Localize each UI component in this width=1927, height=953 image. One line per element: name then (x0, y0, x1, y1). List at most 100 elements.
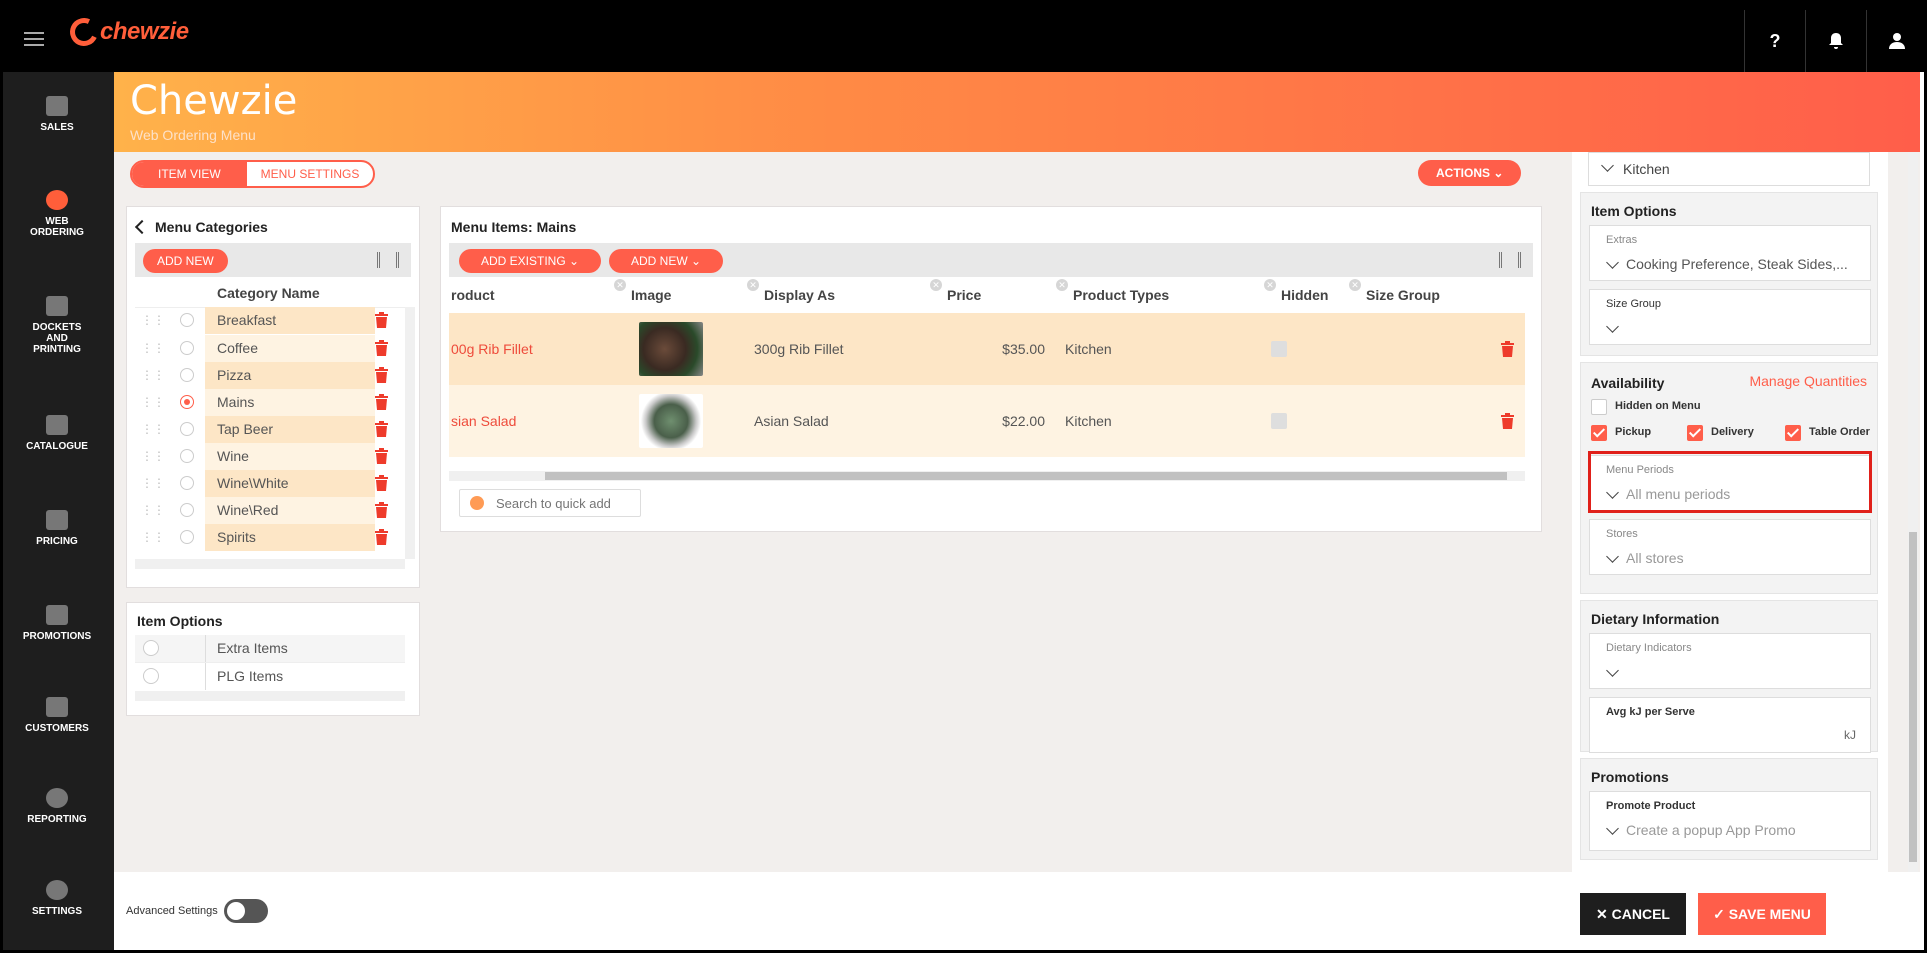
remove-column-icon[interactable]: ✕ (614, 279, 626, 291)
product-image[interactable] (639, 394, 703, 448)
trash-icon[interactable] (375, 502, 388, 518)
promote-product-field[interactable]: Promote Product Create a popup App Promo (1589, 791, 1871, 851)
category-radio[interactable] (180, 422, 194, 436)
menu-settings-toggle[interactable]: MENU SETTINGS (247, 162, 374, 186)
trash-icon[interactable] (375, 312, 388, 328)
remove-column-icon[interactable]: ✕ (1264, 279, 1276, 291)
remove-column-icon[interactable]: ✕ (1056, 279, 1068, 291)
table-order-checkbox[interactable] (1785, 425, 1801, 441)
product-link[interactable]: sian Salad (451, 385, 516, 457)
category-row[interactable]: ⋮⋮ Spirits (135, 524, 405, 551)
category-radio[interactable] (180, 341, 194, 355)
category-row[interactable]: ⋮⋮ Mains (135, 389, 405, 416)
category-row[interactable]: ⋮⋮ Coffee (135, 335, 405, 362)
drag-handle-icon[interactable]: ⋮⋮ (135, 335, 171, 362)
sidebar-item-dockets[interactable]: DOCKETS AND PRINTING (0, 296, 114, 355)
sidebar-item-settings[interactable]: SETTINGS (0, 880, 114, 917)
menu-categories-title[interactable]: Menu Categories (134, 219, 268, 235)
item-option-row[interactable]: Extra Items (135, 635, 405, 663)
sidebar-item-promotions[interactable]: PROMOTIONS (0, 605, 114, 642)
categories-h-scrollbar[interactable] (135, 559, 405, 569)
back-chevron-icon[interactable] (134, 219, 150, 235)
column-product-types[interactable]: Product Types (1073, 287, 1169, 303)
item-option-row[interactable]: PLG Items (135, 663, 405, 690)
trash-icon[interactable] (375, 367, 388, 383)
trash-icon[interactable] (375, 394, 388, 410)
drag-handle-icon[interactable]: ⋮⋮ (135, 470, 171, 497)
drag-handle-icon[interactable]: ⋮⋮ (135, 443, 171, 470)
category-row[interactable]: ⋮⋮ Pizza (135, 362, 405, 389)
column-hidden[interactable]: Hidden (1281, 287, 1328, 303)
size-group-field[interactable]: Size Group (1589, 289, 1871, 345)
trash-icon[interactable] (375, 448, 388, 464)
drag-handle-icon[interactable]: ⋮⋮ (135, 307, 171, 334)
sidebar-item-pricing[interactable]: PRICING (0, 510, 114, 547)
trash-icon[interactable] (375, 421, 388, 437)
cancel-button[interactable]: ✕ CANCEL (1580, 893, 1686, 935)
hidden-checkbox[interactable] (1271, 413, 1287, 429)
category-radio[interactable] (180, 449, 194, 463)
quick-add-search[interactable] (459, 489, 641, 517)
actions-button[interactable]: ACTIONS ⌄ (1418, 160, 1522, 186)
bell-icon[interactable] (1805, 10, 1866, 72)
help-icon[interactable]: ? (1744, 10, 1805, 72)
save-menu-button[interactable]: ✓ SAVE MENU (1698, 893, 1826, 935)
pickup-checkbox[interactable] (1591, 425, 1607, 441)
category-radio[interactable] (180, 530, 194, 544)
item-option-radio[interactable] (143, 640, 159, 656)
drag-handle-icon[interactable]: ⋮⋮ (135, 497, 171, 524)
remove-column-icon[interactable]: ✕ (930, 279, 942, 291)
quick-add-input[interactable] (494, 493, 638, 513)
scrollbar-thumb[interactable] (545, 472, 1507, 480)
add-new-item-button[interactable]: ADD NEW ⌄ (609, 249, 724, 273)
drag-handle-icon[interactable]: ⋮⋮ (135, 416, 171, 443)
category-row[interactable]: ⋮⋮ Breakfast (135, 307, 405, 334)
remove-column-icon[interactable]: ✕ (1349, 279, 1361, 291)
extras-field[interactable]: Extras Cooking Preference, Steak Sides,.… (1589, 225, 1871, 281)
column-size-group[interactable]: Size Group (1366, 287, 1440, 303)
add-existing-button[interactable]: ADD EXISTING ⌄ (459, 249, 602, 273)
drag-handle-icon[interactable]: ⋮⋮ (135, 362, 171, 389)
sidebar-item-catalogue[interactable]: CATALOGUE (0, 415, 114, 452)
hidden-checkbox[interactable] (1271, 341, 1287, 357)
column-product[interactable]: roduct (451, 287, 495, 303)
hamburger-menu-icon[interactable] (24, 32, 44, 46)
drag-handle-icon[interactable]: ⋮⋮ (135, 389, 171, 416)
user-icon[interactable] (1866, 10, 1927, 72)
column-image[interactable]: Image (631, 287, 671, 303)
add-new-category-button[interactable]: ADD NEW (143, 249, 228, 273)
item-options-h-scrollbar[interactable] (135, 691, 405, 701)
trash-icon[interactable] (1501, 413, 1514, 429)
sidebar-item-web-ordering[interactable]: WEB ORDERING (0, 190, 114, 238)
product-type-dropdown[interactable]: Kitchen (1588, 152, 1870, 186)
item-view-toggle[interactable]: ITEM VIEW (132, 162, 247, 186)
column-price[interactable]: Price (947, 287, 981, 303)
columns-icon[interactable] (377, 252, 399, 268)
advanced-settings-toggle[interactable] (224, 899, 268, 923)
product-image[interactable] (639, 322, 703, 376)
product-link[interactable]: 00g Rib Fillet (451, 313, 533, 385)
category-name-header[interactable]: Category Name (217, 285, 320, 301)
category-radio[interactable] (180, 476, 194, 490)
menu-item-row[interactable]: 00g Rib Fillet 300g Rib Fillet $35.00 Ki… (449, 313, 1525, 386)
column-display-as[interactable]: Display As (764, 287, 835, 303)
category-row[interactable]: ⋮⋮ Wine\Red (135, 497, 405, 524)
stores-field[interactable]: Stores All stores (1589, 519, 1871, 575)
category-row[interactable]: ⋮⋮ Wine (135, 443, 405, 470)
hidden-on-menu-checkbox[interactable] (1591, 399, 1607, 415)
trash-icon[interactable] (1501, 341, 1514, 357)
category-row[interactable]: ⋮⋮ Tap Beer (135, 416, 405, 443)
logo[interactable]: chewzie (66, 14, 189, 50)
trash-icon[interactable] (375, 529, 388, 545)
category-radio-selected[interactable] (180, 395, 194, 409)
trash-icon[interactable] (375, 340, 388, 356)
item-option-radio[interactable] (143, 668, 159, 684)
sidebar-item-customers[interactable]: CUSTOMERS (0, 697, 114, 734)
drag-handle-icon[interactable]: ⋮⋮ (135, 524, 171, 551)
category-radio[interactable] (180, 313, 194, 327)
category-row[interactable]: ⋮⋮ Wine\White (135, 470, 405, 497)
trash-icon[interactable] (375, 475, 388, 491)
scrollbar-thumb[interactable] (1909, 532, 1917, 862)
columns-icon[interactable] (1499, 252, 1521, 268)
menu-item-row[interactable]: sian Salad Asian Salad $22.00 Kitchen (449, 385, 1525, 458)
